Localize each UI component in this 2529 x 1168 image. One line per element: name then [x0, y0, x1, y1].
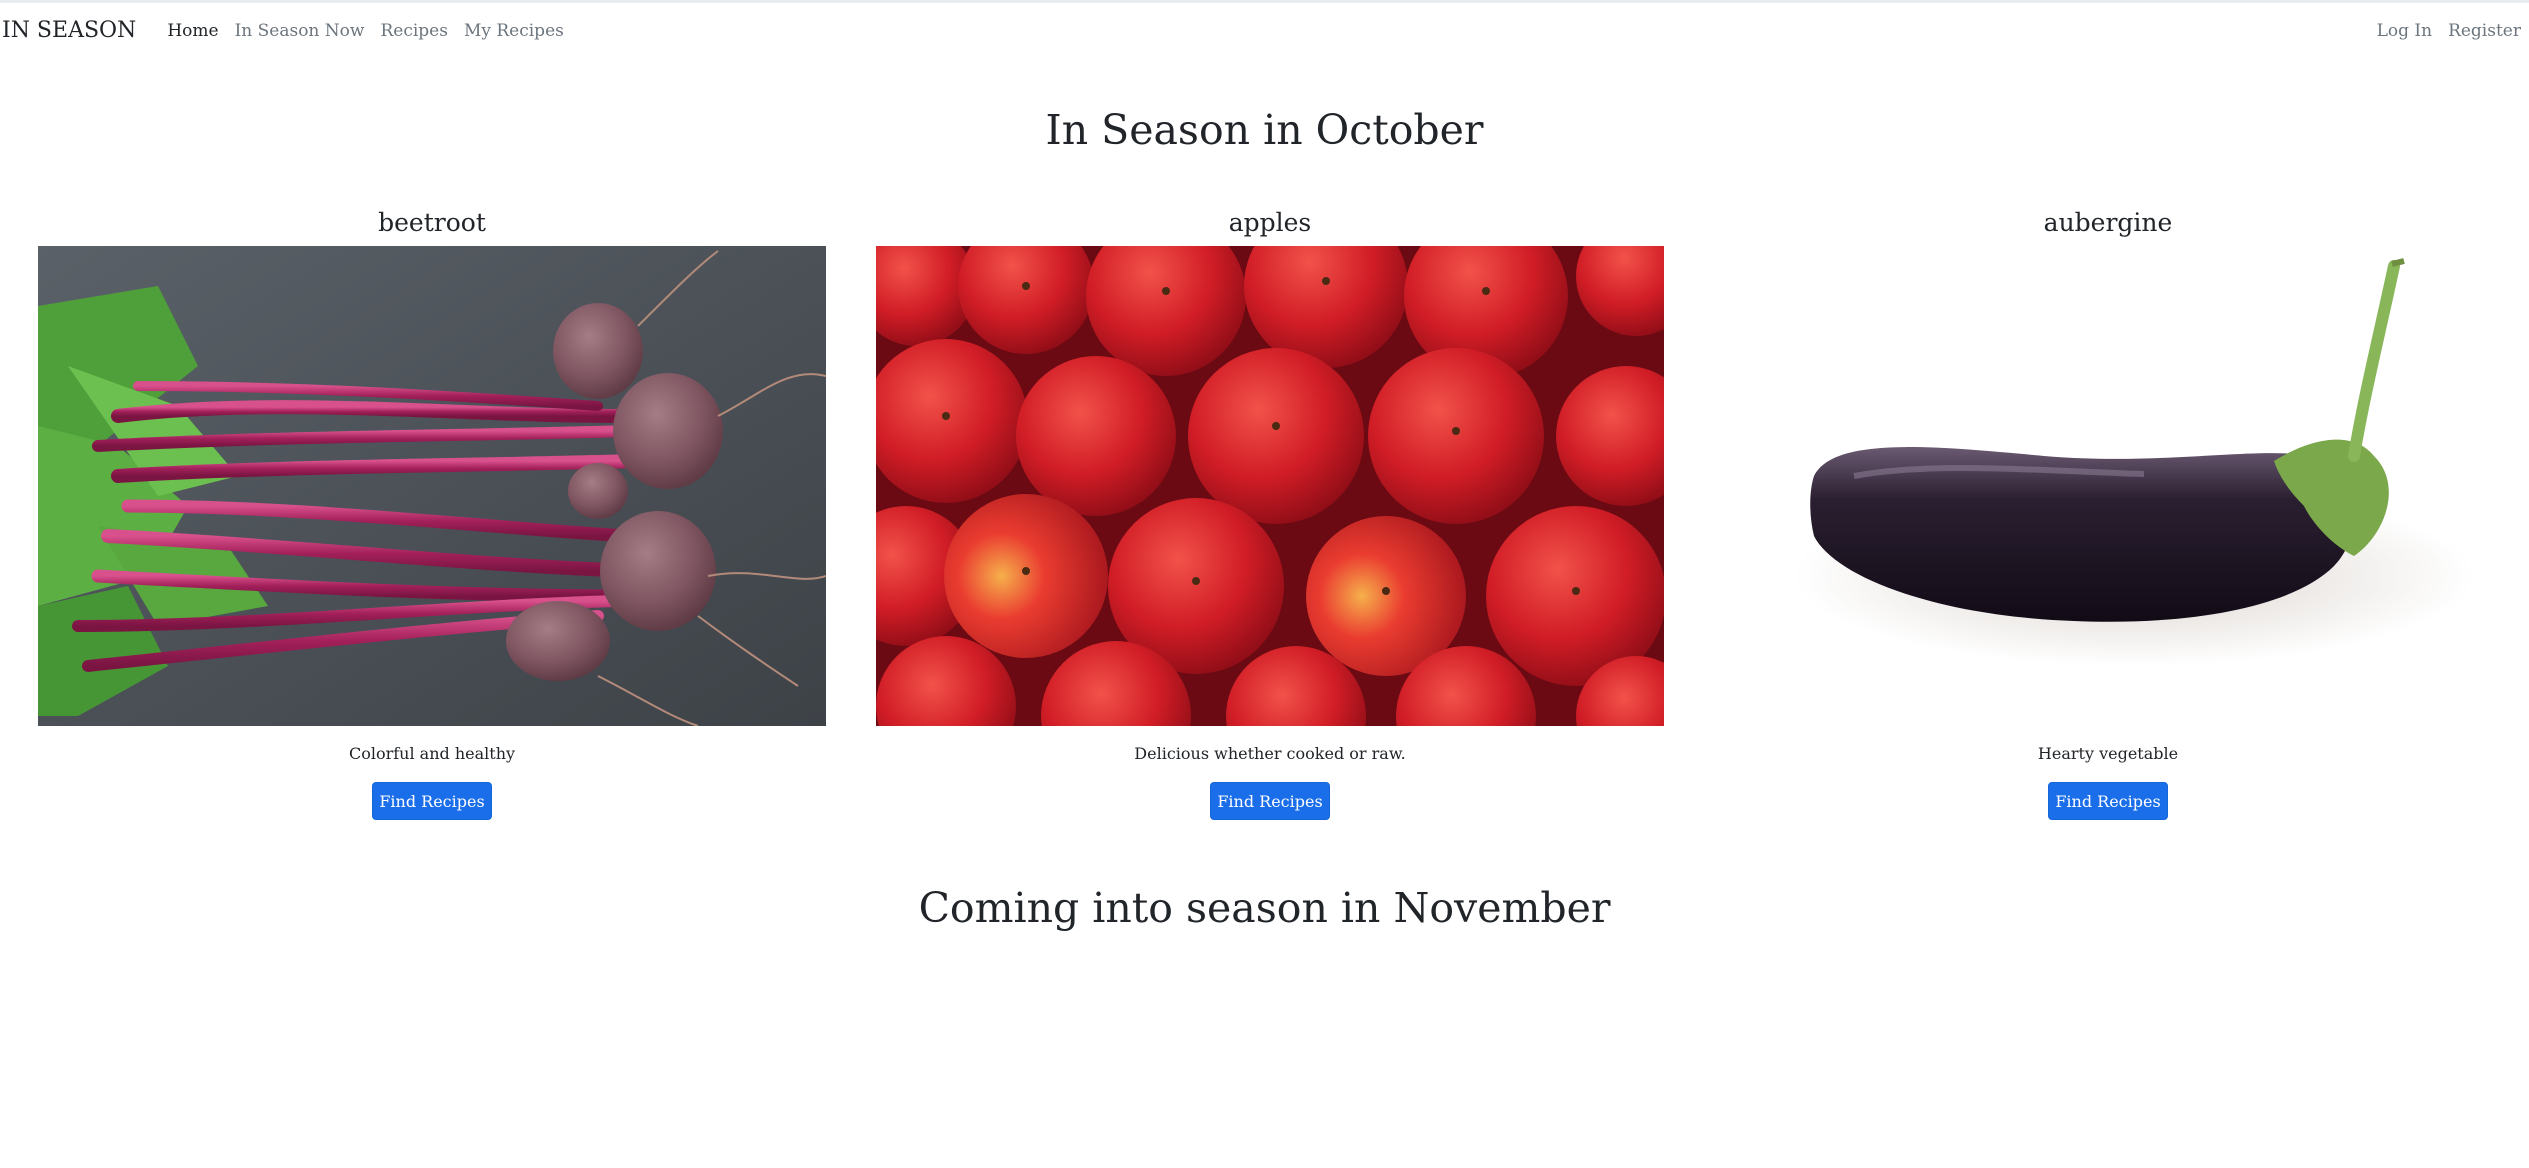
next-season-heading: Coming into season in November	[918, 884, 1611, 932]
nav-link-my-recipes[interactable]: My Recipes	[456, 21, 572, 41]
nav-link-log-in[interactable]: Log In	[2369, 21, 2440, 41]
card-description: Colorful and healthy	[348, 744, 516, 763]
aubergine-image	[1714, 246, 2502, 726]
card-title: apples	[1228, 208, 1312, 237]
nav-auth-links: Log In Register	[2369, 3, 2529, 58]
card-title: aubergine	[2043, 208, 2173, 237]
nav-links: Home In Season Now Recipes My Recipes	[159, 21, 572, 41]
beetroot-image	[38, 246, 826, 726]
navbar: IN SEASON Home In Season Now Recipes My …	[0, 3, 2529, 58]
find-recipes-button[interactable]: Find Recipes	[372, 782, 492, 820]
card-title: beetroot	[378, 208, 486, 237]
nav-link-in-season-now[interactable]: In Season Now	[227, 21, 373, 41]
produce-card-beetroot: beetroot Colorful and healthy Find Recip…	[38, 200, 826, 820]
nav-link-recipes[interactable]: Recipes	[372, 21, 456, 41]
apples-image	[876, 246, 1664, 726]
page-title: In Season in October	[1045, 106, 1484, 154]
card-description: Delicious whether cooked or raw.	[1134, 744, 1406, 763]
produce-cards: beetroot Colorful and healthy Find Recip…	[0, 200, 2529, 840]
find-recipes-button[interactable]: Find Recipes	[1210, 782, 1330, 820]
nav-link-register[interactable]: Register	[2440, 21, 2529, 41]
find-recipes-button[interactable]: Find Recipes	[2048, 782, 2168, 820]
brand-logo[interactable]: IN SEASON	[2, 18, 136, 43]
produce-card-apples: apples Delicious whether cooked or raw. …	[876, 200, 1664, 820]
produce-card-aubergine: aubergine Hearty vegetable Find Recipes	[1714, 200, 2502, 820]
nav-link-home[interactable]: Home	[159, 21, 226, 41]
card-description: Hearty vegetable	[2037, 744, 2179, 763]
